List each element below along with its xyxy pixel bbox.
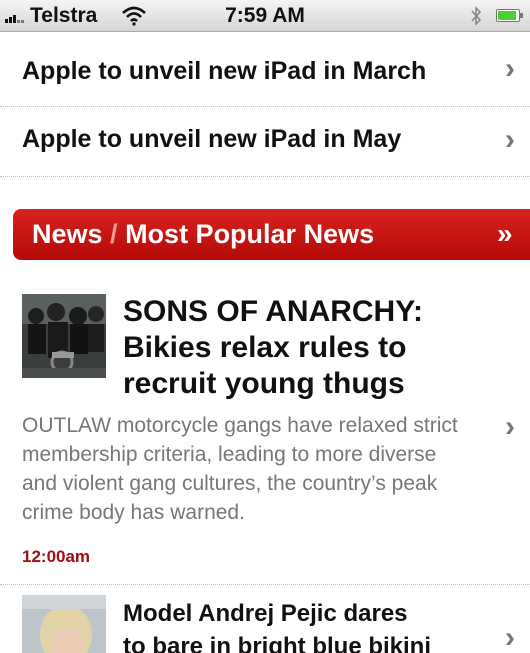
news-list-item[interactable]: Apple to unveil new iPad in March ›: [0, 32, 530, 107]
section-separator: /: [102, 219, 126, 249]
section-title-news: News: [32, 219, 103, 249]
section-title: News / Most Popular News: [32, 219, 374, 250]
section-title-most-popular: Most Popular News: [125, 219, 375, 249]
chevron-right-icon: ›: [505, 621, 515, 653]
double-chevron-icon: »: [497, 218, 512, 249]
article-time: 12:00am: [22, 547, 91, 566]
chevron-right-icon: ›: [505, 123, 515, 156]
chevron-right-icon: ›: [505, 410, 515, 443]
headline-line: SONS OF ANARCHY:: [123, 295, 423, 328]
status-bar: Telstra 7:59 AM: [0, 0, 530, 32]
headline-line: recruit young thugs: [123, 367, 405, 400]
news-item-title: Apple to unveil new iPad in May: [22, 125, 402, 153]
battery-level: [498, 11, 516, 20]
article-headline: SONS OF ANARCHY: Bikies relax rules to r…: [123, 294, 423, 402]
chevron-right-icon: ›: [505, 52, 515, 85]
battery-tip: [520, 13, 523, 18]
headline-line: Model Andrej Pejic dares: [123, 600, 408, 627]
article-headline: Model Andrej Pejic dares to bare in brig…: [123, 597, 431, 653]
news-item-title: Apple to unveil new iPad in March: [22, 57, 427, 85]
battery-icon: [496, 9, 520, 22]
bluetooth-icon: [471, 6, 482, 26]
article-item[interactable]: Model Andrej Pejic dares to bare in brig…: [0, 585, 530, 653]
article-thumbnail: [22, 294, 106, 378]
article-item[interactable]: SONS OF ANARCHY: Bikies relax rules to r…: [0, 282, 530, 585]
headline-line: Bikies relax rules to: [123, 331, 407, 364]
section-header-most-popular[interactable]: News / Most Popular News »: [13, 209, 530, 260]
article-thumbnail: [22, 595, 106, 653]
news-list-item[interactable]: Apple to unveil new iPad in May ›: [0, 107, 530, 177]
article-summary: OUTLAW motorcycle gangs have relaxed str…: [22, 414, 458, 524]
clock-time: 7:59 AM: [225, 4, 305, 27]
headline-line: to bare in bright blue bikini: [123, 633, 432, 653]
